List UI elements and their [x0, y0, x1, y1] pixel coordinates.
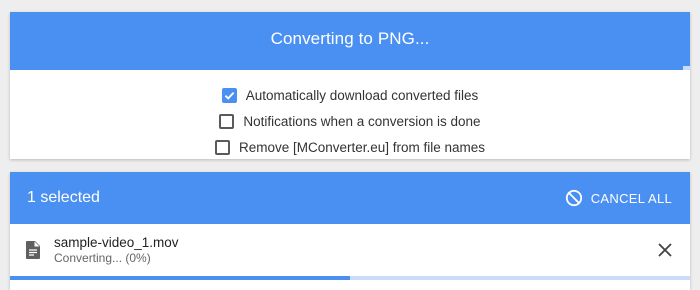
remove-branding-checkbox[interactable]: [214, 139, 230, 155]
file-info: sample-video_1.mov Converting... (0%): [54, 234, 654, 266]
file-queue-card: 1 selected CANCEL ALL sample-video_1.mov…: [10, 172, 690, 290]
cancel-all-label: CANCEL ALL: [590, 190, 672, 206]
notifications-checkbox[interactable]: [219, 113, 235, 129]
block-icon: [565, 189, 582, 207]
auto-download-label: Automatically download converted files: [245, 87, 479, 103]
file-status: Converting... (0%): [54, 251, 151, 265]
option-remove-branding[interactable]: Remove [MConverter.eu] from file names: [214, 134, 486, 160]
close-icon: [658, 243, 672, 257]
option-auto-download[interactable]: Automatically download converted files: [221, 82, 479, 108]
file-progress-bar: [10, 276, 690, 280]
file-icon: [26, 241, 40, 259]
remove-file-button[interactable]: [654, 239, 676, 261]
file-name: sample-video_1.mov: [54, 235, 179, 250]
cancel-all-button[interactable]: CANCEL ALL: [565, 189, 672, 207]
conversion-card: Converting to PNG... Automatically downl…: [10, 12, 690, 159]
notifications-label: Notifications when a conversion is done: [243, 113, 481, 129]
remove-branding-label: Remove [MConverter.eu] from file names: [238, 139, 486, 155]
file-progress-fill: [10, 276, 350, 280]
option-notifications[interactable]: Notifications when a conversion is done: [219, 108, 481, 134]
selection-bar: 1 selected CANCEL ALL: [10, 172, 690, 224]
auto-download-checkbox[interactable]: [221, 87, 237, 103]
selected-count: 1 selected: [27, 189, 100, 206]
conversion-header: Converting to PNG...: [10, 12, 690, 66]
conversion-title: Converting to PNG...: [270, 29, 430, 48]
options-list: Automatically download converted files N…: [10, 70, 690, 160]
conversion-progress-fill: [10, 66, 684, 70]
list-item: sample-video_1.mov Converting... (0%): [10, 224, 690, 276]
conversion-progress-bar: [10, 66, 690, 70]
check-icon: [224, 91, 234, 100]
